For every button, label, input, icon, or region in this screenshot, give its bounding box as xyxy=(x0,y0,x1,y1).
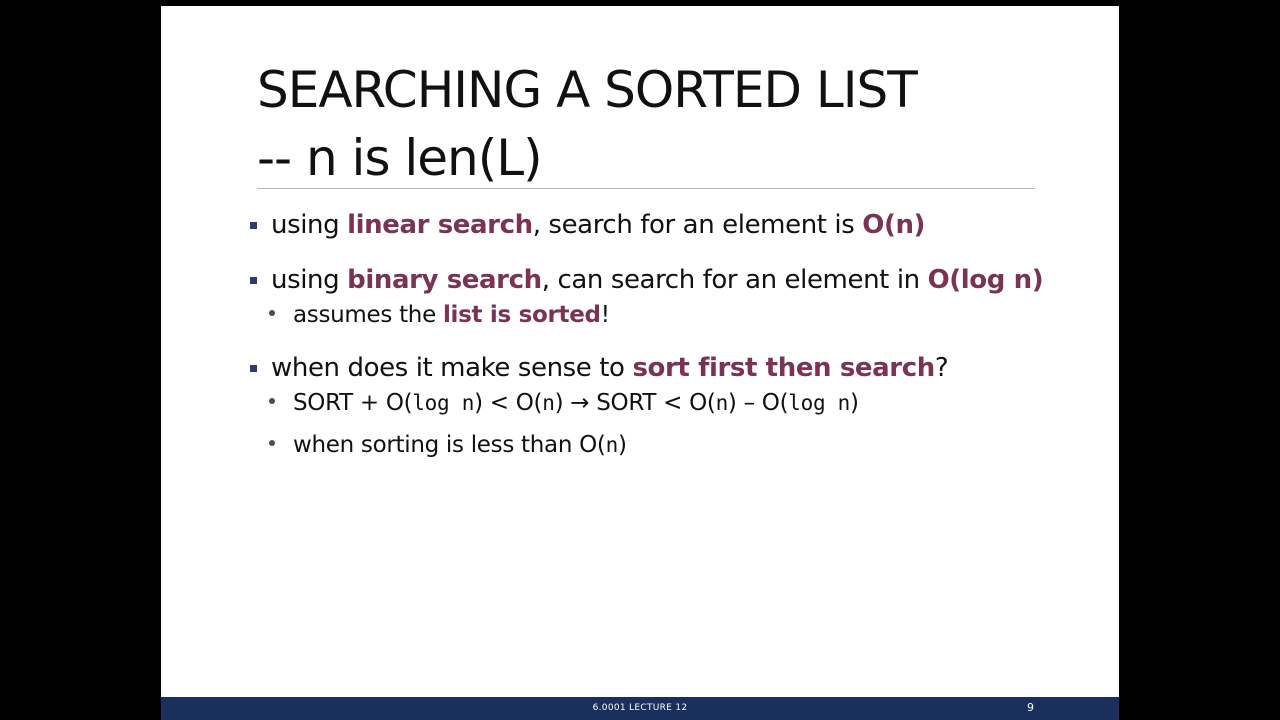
title-divider xyxy=(257,188,1035,189)
highlight-complexity: O(log n) xyxy=(927,265,1044,295)
highlight-list-sorted: list is sorted xyxy=(442,302,601,328)
dot-bullet-icon xyxy=(269,398,275,404)
formula-text: ) xyxy=(850,390,859,416)
bullet-list: using linear search, search for an eleme… xyxy=(247,206,1107,461)
sub-bullet-sorted: assumes the list is sorted! xyxy=(247,299,1107,331)
formula-text: ) – O( xyxy=(727,390,789,416)
formula-code: n xyxy=(542,391,555,415)
bullet-binary-search: using binary search, can search for an e… xyxy=(247,261,1107,299)
title-line-2: -- n is len(L) xyxy=(257,129,543,187)
bullet-text: using xyxy=(271,265,348,295)
bullet-text: , can search for an element in xyxy=(541,265,928,295)
square-bullet-icon xyxy=(250,277,257,284)
bullet-text: using xyxy=(271,210,348,240)
bullet-text: ! xyxy=(600,302,610,328)
highlight-complexity: O(n) xyxy=(862,210,926,240)
title-line-1: SEARCHING A SORTED LIST xyxy=(257,61,918,119)
formula-text: ) < O( xyxy=(474,390,543,416)
formula-text: ) xyxy=(617,432,627,458)
formula-text: ) → SORT < O( xyxy=(554,390,716,416)
bullet-text: assumes the xyxy=(293,302,443,328)
formula-code: log n xyxy=(412,391,475,415)
slide: SEARCHING A SORTED LIST -- n is len(L) u… xyxy=(161,6,1119,720)
bullet-sort-first: when does it make sense to sort first th… xyxy=(247,349,1107,387)
dot-bullet-icon xyxy=(269,310,275,316)
formula-code: log n xyxy=(788,391,850,415)
bullet-text: , search for an element is xyxy=(532,210,863,240)
footer-bar: 6.0001 LECTURE 12 9 xyxy=(161,697,1119,720)
footer-lecture-label: 6.0001 LECTURE 12 xyxy=(592,703,688,713)
highlight-binary-search: binary search xyxy=(347,265,542,295)
bullet-text: ? xyxy=(934,353,949,383)
slide-title: SEARCHING A SORTED LIST -- n is len(L) xyxy=(257,56,1077,192)
bullet-text: when does it make sense to xyxy=(271,353,633,383)
formula-code: n xyxy=(605,433,619,457)
highlight-sort-first: sort first then search xyxy=(632,353,935,383)
highlight-linear-search: linear search xyxy=(347,210,533,240)
dot-bullet-icon xyxy=(269,440,275,446)
formula-text: SORT + O( xyxy=(293,390,413,416)
square-bullet-icon xyxy=(250,222,257,229)
square-bullet-icon xyxy=(250,365,257,372)
bullet-linear-search: using linear search, search for an eleme… xyxy=(247,206,1107,244)
sub-bullet-sorting-cost: when sorting is less than O(n) xyxy=(247,429,1107,461)
formula-text: when sorting is less than O( xyxy=(293,432,606,458)
formula-code: n xyxy=(715,391,729,415)
slide-number: 9 xyxy=(1027,701,1034,714)
sub-bullet-inequality: SORT + O(log n) < O(n) → SORT < O(n) – O… xyxy=(247,387,1107,419)
